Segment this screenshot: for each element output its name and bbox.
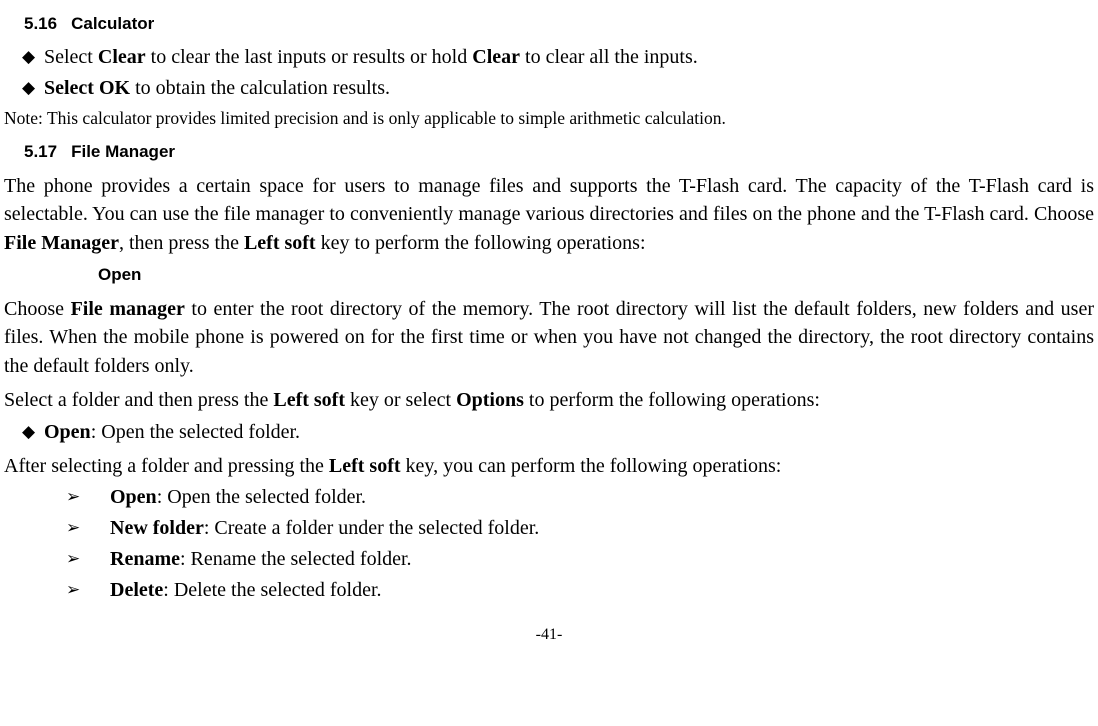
list-item: Rename: Rename the selected folder. <box>66 546 1094 573</box>
bullet-text: New folder: Create a folder under the se… <box>110 515 1094 542</box>
bullet-text: Select Clear to clear the last inputs or… <box>44 44 1094 71</box>
note-text: Note: This calculator provides limited p… <box>4 106 1094 131</box>
select-line: Select a folder and then press the Left … <box>4 386 1094 414</box>
after-line: After selecting a folder and pressing th… <box>4 452 1094 480</box>
sub-heading-open: Open <box>98 263 1094 287</box>
page-number: -41- <box>4 624 1094 646</box>
bullet-text: Delete: Delete the selected folder. <box>110 577 1094 604</box>
bullet-text: Rename: Rename the selected folder. <box>110 546 1094 573</box>
arrow-icon <box>66 546 110 573</box>
diamond-icon <box>22 419 44 446</box>
arrow-icon <box>66 577 110 604</box>
bullet-text: Open: Open the selected folder. <box>110 484 1094 511</box>
diamond-icon <box>22 75 44 102</box>
arrow-icon <box>66 515 110 542</box>
open-paragraph: Choose File manager to enter the root di… <box>4 295 1094 380</box>
bullet-list-open: Open: Open the selected folder. <box>4 419 1094 446</box>
section-num-516: 5.16 <box>24 14 57 33</box>
arrow-icon <box>66 484 110 511</box>
bullet-text: Open: Open the selected folder. <box>44 419 1094 446</box>
list-item: Select OK to obtain the calculation resu… <box>22 75 1094 102</box>
section-heading-517: 5.17 File Manager <box>24 140 1094 164</box>
section-title-516: Calculator <box>71 14 154 33</box>
intro-paragraph: The phone provides a certain space for u… <box>4 172 1094 257</box>
list-item: Delete: Delete the selected folder. <box>66 577 1094 604</box>
section-title-517: File Manager <box>71 142 175 161</box>
list-item: Select Clear to clear the last inputs or… <box>22 44 1094 71</box>
bullet-text: Select OK to obtain the calculation resu… <box>44 75 1094 102</box>
bullet-list-516: Select Clear to clear the last inputs or… <box>4 44 1094 102</box>
list-item: Open: Open the selected folder. <box>22 419 1094 446</box>
section-heading-516: 5.16 Calculator <box>24 12 1094 36</box>
sub-bullet-list: Open: Open the selected folder. New fold… <box>4 484 1094 604</box>
diamond-icon <box>22 44 44 71</box>
list-item: Open: Open the selected folder. <box>66 484 1094 511</box>
list-item: New folder: Create a folder under the se… <box>66 515 1094 542</box>
section-num-517: 5.17 <box>24 142 57 161</box>
